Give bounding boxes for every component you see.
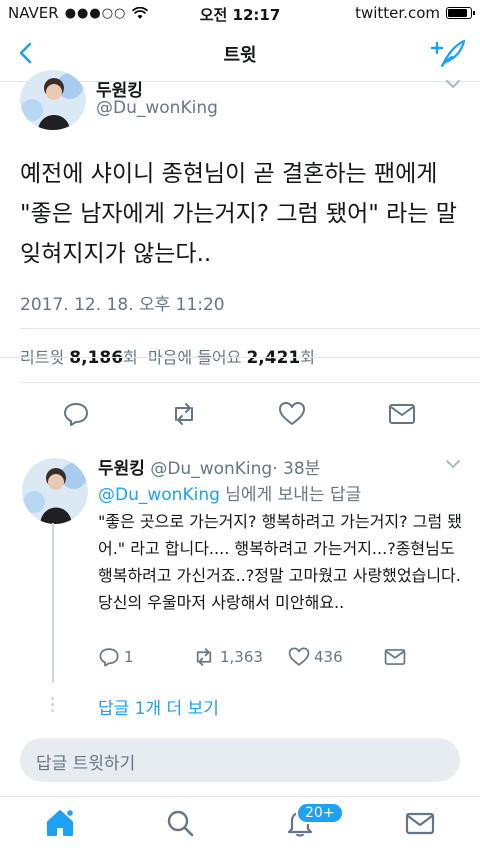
messages-icon[interactable] — [404, 807, 436, 839]
show-more-replies-link[interactable]: 답글 1개 더 보기 — [98, 694, 219, 719]
search-icon[interactable] — [164, 807, 196, 839]
heart-icon — [288, 647, 310, 666]
chevron-down-icon[interactable] — [444, 458, 462, 470]
replying-to: @Du_wonKing 님에게 보내는 답글 — [98, 480, 361, 505]
chevron-down-icon[interactable] — [444, 78, 462, 90]
reply-actions: 1 1,363 436 — [98, 646, 438, 670]
tweet-timestamp[interactable]: 2017. 12. 18. 오후 11:20 — [20, 290, 225, 315]
direct-message-icon — [384, 649, 406, 665]
tweet-actions — [0, 400, 480, 426]
heart-icon[interactable] — [278, 400, 306, 428]
avatar[interactable] — [22, 458, 88, 524]
like-count: 436 — [314, 648, 343, 666]
notifications-badge: 20+ — [296, 802, 344, 824]
avatar[interactable] — [20, 70, 86, 130]
reply-input[interactable]: 답글 트윗하기 — [20, 738, 460, 782]
status-bar: NAVER ●●●○○ 오전 12:17 twitter.com — [0, 0, 480, 26]
reply-author-handle[interactable]: @Du_wonKing — [150, 459, 272, 479]
reply-header: 두원킹 @Du_wonKing· 38분 — [98, 454, 320, 479]
author-handle[interactable]: @Du_wonKing — [96, 98, 218, 118]
compose-tweet-icon[interactable] — [428, 36, 468, 70]
retweet-icon[interactable] — [170, 400, 198, 428]
reply-like-button[interactable]: 436 — [288, 646, 343, 668]
home-icon[interactable] — [44, 807, 76, 839]
reply-retweet-button[interactable]: 1,363 — [192, 646, 263, 668]
reply-dm-button[interactable] — [384, 646, 406, 668]
direct-message-icon[interactable] — [388, 400, 416, 428]
section-divider — [0, 357, 480, 358]
tweet-stats: 리트윗 8,186회 마음에 들어요 2,421회 — [20, 344, 315, 368]
retweets-count[interactable]: 8,186 — [69, 348, 123, 368]
page-title: 트윗 — [223, 45, 257, 66]
reply-icon — [99, 648, 119, 667]
status-url: twitter.com — [355, 4, 440, 22]
divider — [20, 382, 480, 383]
retweet-icon — [196, 648, 212, 666]
tab-bar — [0, 796, 480, 854]
reply-text: "좋은 곳으로 가는거지? 행복하려고 가는거지? 그럼 됐어." 라고 합니다… — [98, 512, 462, 612]
reply-reply-button[interactable]: 1 — [98, 646, 134, 668]
reply-icon[interactable] — [62, 400, 90, 428]
replying-mention-link[interactable]: @Du_wonKing — [98, 485, 220, 505]
reply-time: · 38분 — [272, 459, 321, 479]
nav-bar: 트윗 — [0, 26, 480, 82]
divider — [20, 328, 480, 329]
thread-line — [52, 523, 54, 683]
retweet-count: 1,363 — [220, 648, 263, 666]
more-replies-dots — [51, 697, 55, 715]
replying-suffix: 님에게 보내는 답글 — [219, 485, 362, 505]
reply-author-name[interactable]: 두원킹 — [98, 459, 145, 479]
likes-count[interactable]: 2,421 — [246, 348, 300, 368]
tweet-text: 예전에 샤이니 종현님이 곧 결혼하는 팬에게 "좋은 남자에게 가는거지? 그… — [20, 161, 457, 267]
reply-count: 1 — [124, 648, 134, 666]
battery-icon — [446, 7, 475, 19]
